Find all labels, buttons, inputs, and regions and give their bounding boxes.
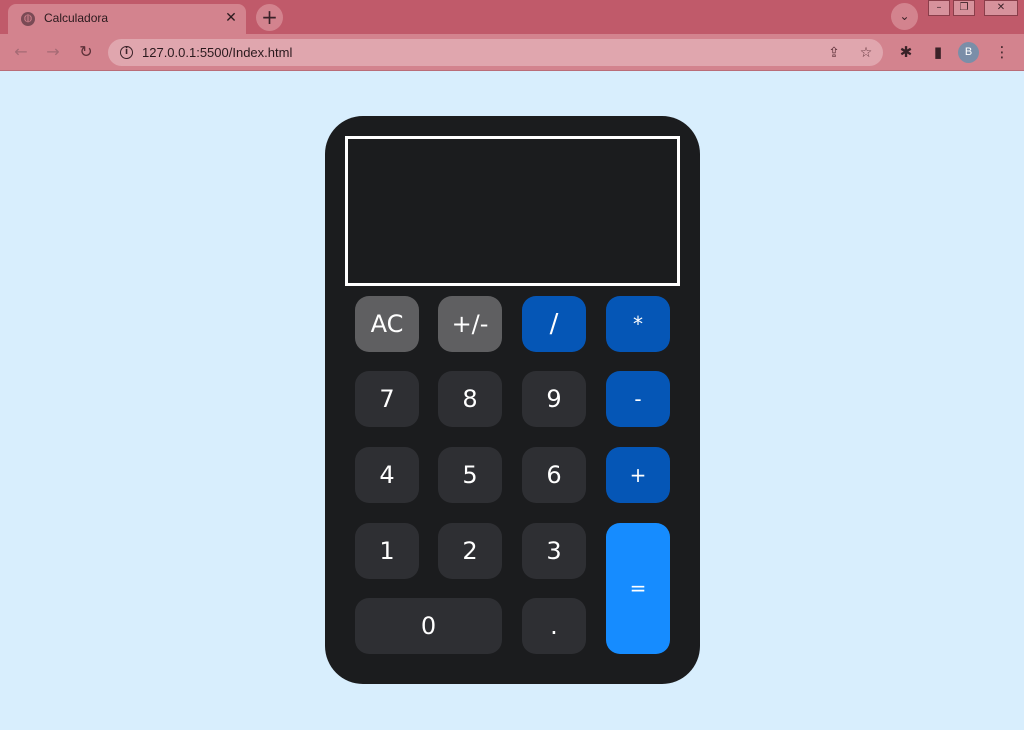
clear-button[interactable]: AC (355, 296, 419, 352)
browser-tab[interactable]: ◍ Calculadora ✕ (8, 4, 246, 34)
calculator-display (345, 136, 680, 286)
new-tab-button[interactable]: + (256, 4, 283, 31)
digit-1-button[interactable]: 1 (355, 523, 419, 579)
tab-search-button[interactable]: ⌄ (891, 3, 918, 30)
digit-7-button[interactable]: 7 (355, 371, 419, 427)
address-bar[interactable]: i 127.0.0.1:5500/Index.html ⇪ ☆ (108, 39, 883, 66)
digit-6-button[interactable]: 6 (522, 447, 586, 503)
back-icon[interactable]: ← (9, 40, 33, 64)
reload-icon[interactable]: ↻ (74, 40, 98, 64)
forward-icon[interactable]: → (41, 40, 65, 64)
add-button[interactable]: + (606, 447, 670, 503)
restore-button[interactable]: ❐ (953, 0, 975, 16)
equals-button[interactable]: = (606, 523, 670, 654)
digit-5-button[interactable]: 5 (438, 447, 502, 503)
menu-icon[interactable]: ⋮ (992, 42, 1012, 62)
bookmark-star-icon[interactable]: ☆ (856, 43, 876, 63)
calculator: AC +/- / * 7 8 9 - 4 5 6 + 1 2 3 = 0 . (325, 116, 700, 684)
globe-icon: ◍ (21, 12, 35, 26)
sign-toggle-button[interactable]: +/- (438, 296, 502, 352)
multiply-button[interactable]: * (606, 296, 670, 352)
digit-0-button[interactable]: 0 (355, 598, 502, 654)
divide-button[interactable]: / (522, 296, 586, 352)
site-info-icon[interactable]: i (120, 46, 133, 59)
side-panel-icon[interactable]: ▮ (928, 42, 948, 62)
digit-2-button[interactable]: 2 (438, 523, 502, 579)
tab-close-icon[interactable]: ✕ (222, 9, 240, 27)
url-text[interactable]: 127.0.0.1:5500/Index.html (142, 45, 292, 60)
browser-toolbar: ← → ↻ i 127.0.0.1:5500/Index.html ⇪ ☆ ✱ … (0, 34, 1024, 71)
subtract-button[interactable]: - (606, 371, 670, 427)
digit-3-button[interactable]: 3 (522, 523, 586, 579)
digit-9-button[interactable]: 9 (522, 371, 586, 427)
profile-avatar[interactable]: B (958, 42, 979, 63)
window-close-button[interactable]: ✕ (984, 0, 1018, 16)
digit-4-button[interactable]: 4 (355, 447, 419, 503)
tab-title: Calculadora (44, 11, 109, 25)
minimize-button[interactable]: – (928, 0, 950, 16)
digit-8-button[interactable]: 8 (438, 371, 502, 427)
extensions-icon[interactable]: ✱ (896, 42, 916, 62)
share-icon[interactable]: ⇪ (824, 43, 844, 63)
browser-tab-strip: ◍ Calculadora ✕ + ⌄ – ❐ ✕ (0, 0, 1024, 34)
decimal-button[interactable]: . (522, 598, 586, 654)
